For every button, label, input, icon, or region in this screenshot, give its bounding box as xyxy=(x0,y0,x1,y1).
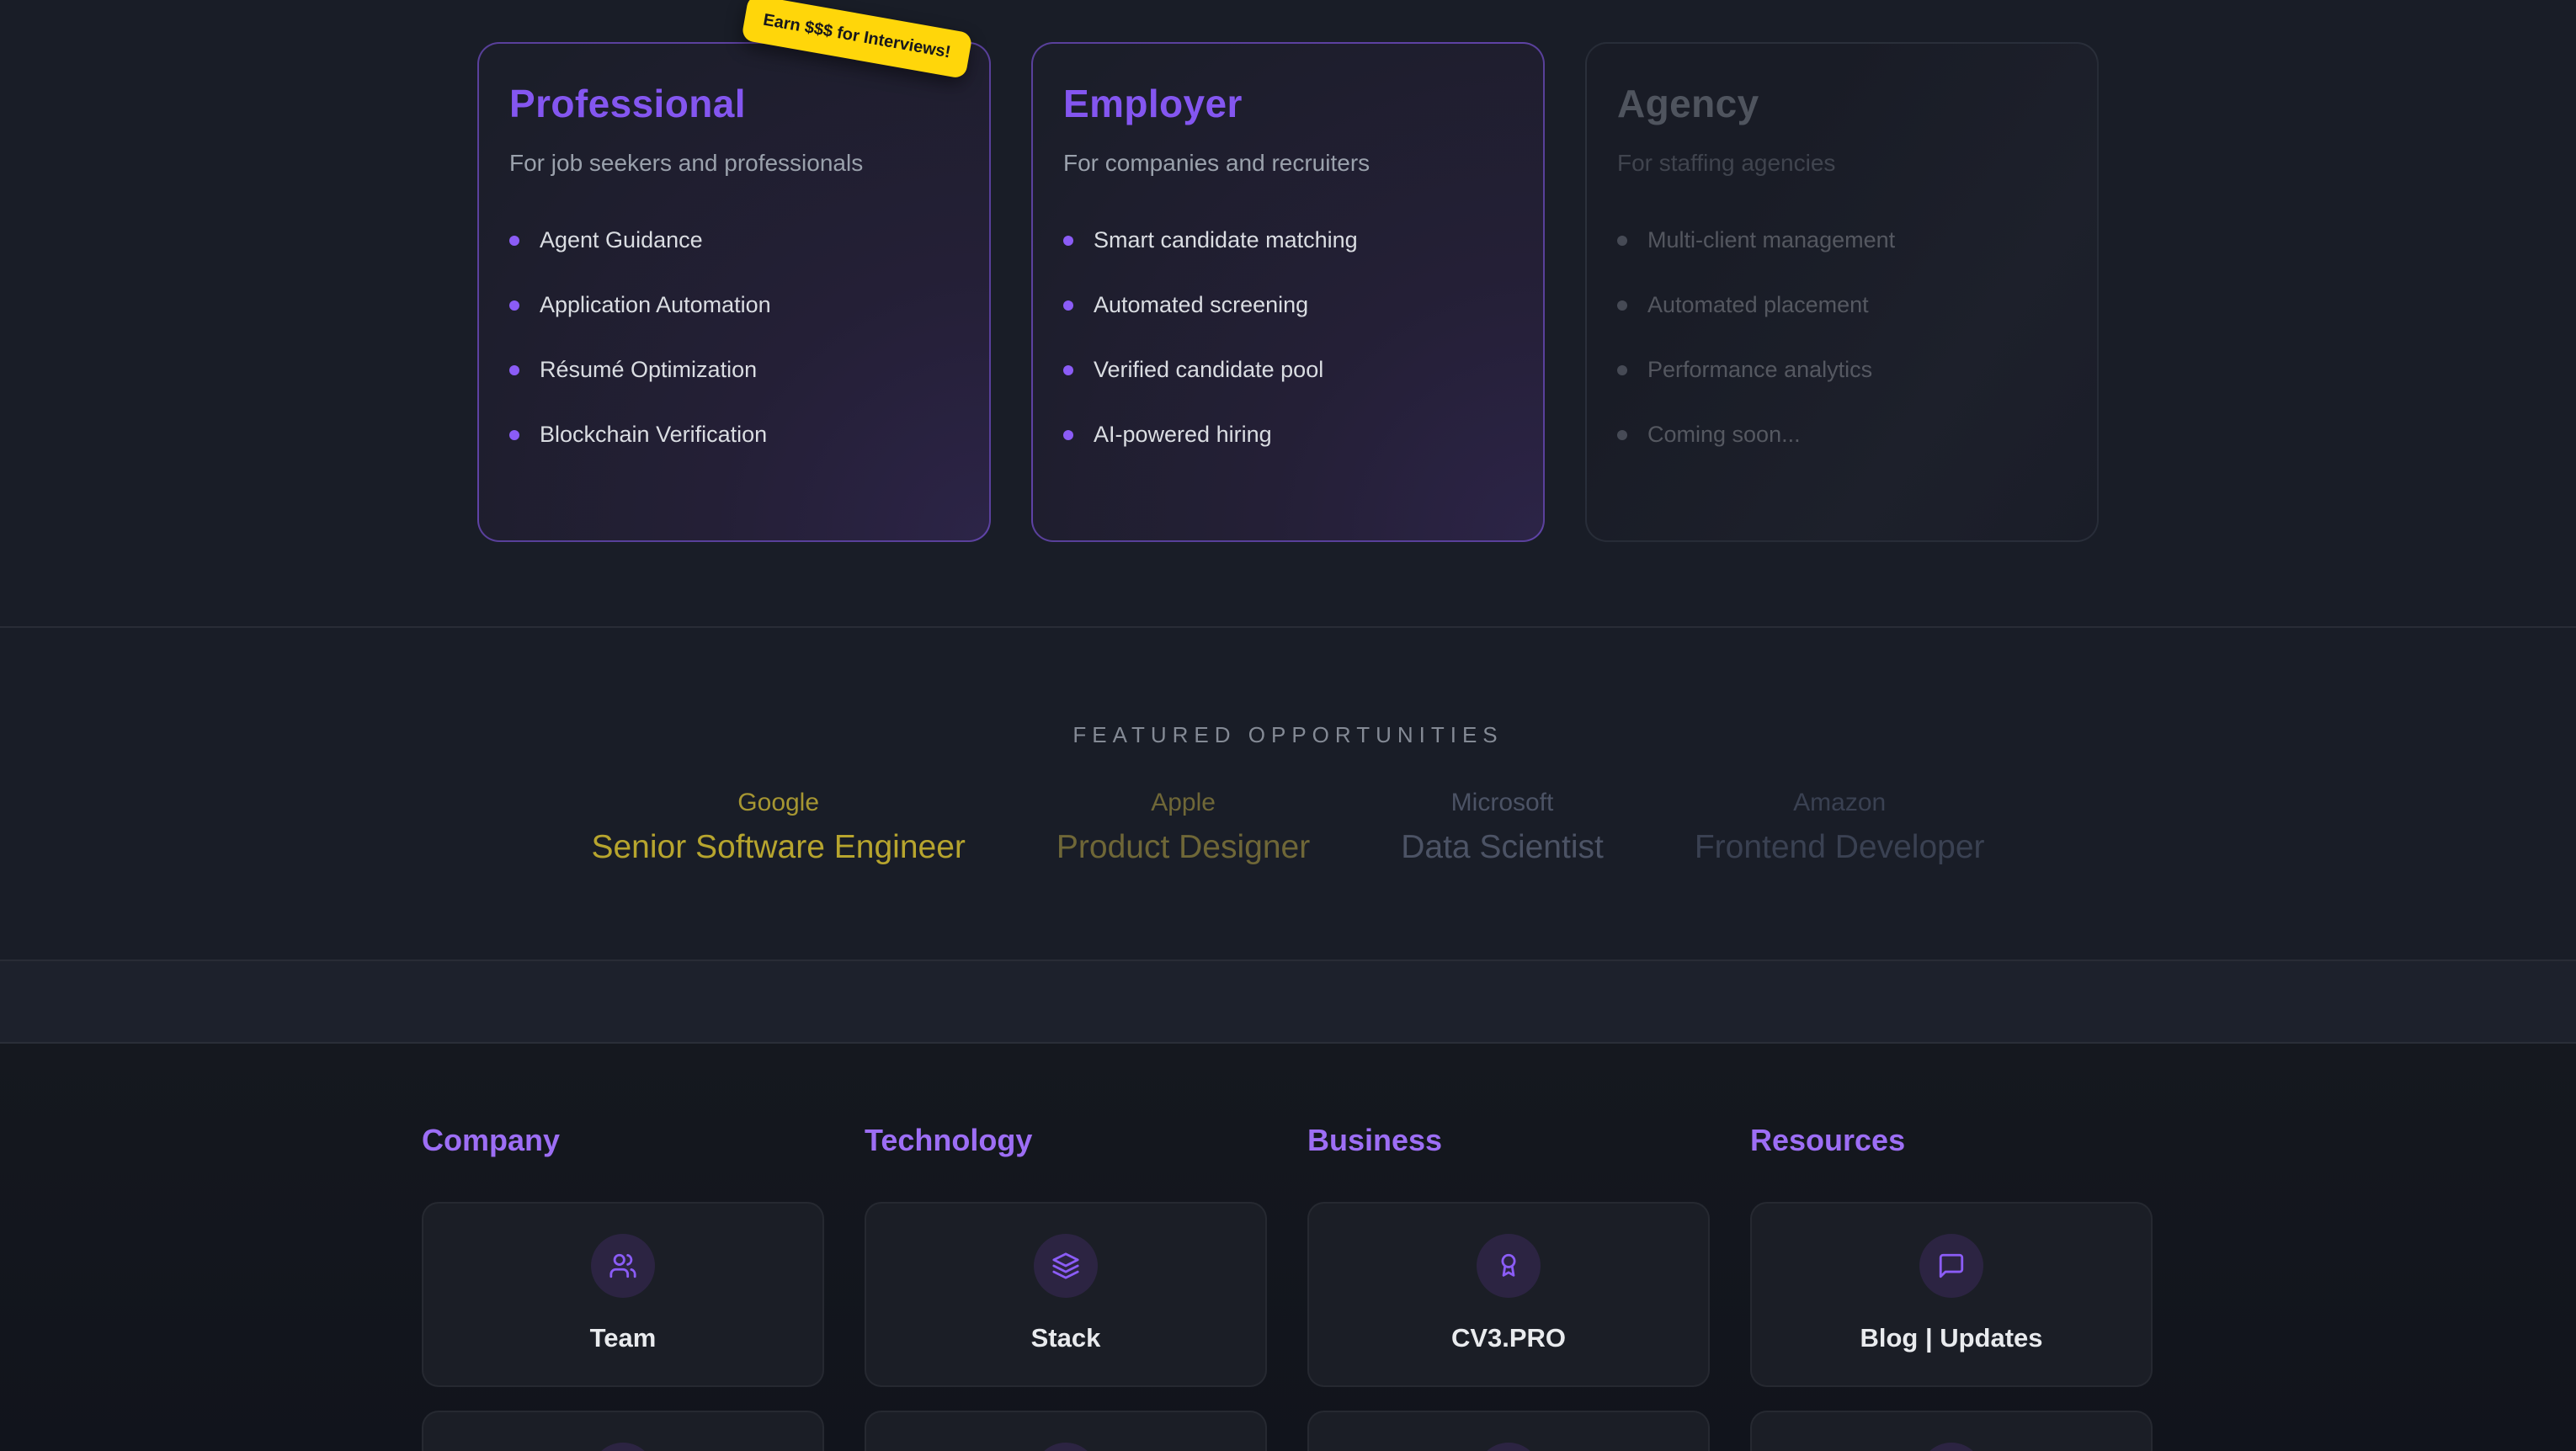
bullet-dot xyxy=(1617,236,1627,246)
footer-link-partial[interactable] xyxy=(865,1411,1267,1451)
footer-column-heading: Company xyxy=(422,1123,824,1158)
plans-section: Earn $$$ for Interviews! Professional Fo… xyxy=(0,0,2576,628)
footer-grid: Company Team Technology Stack xyxy=(422,1123,2154,1451)
footer-column-business: Business CV3.PRO xyxy=(1307,1123,1710,1451)
featured-job-microsoft[interactable]: Microsoft Data Scientist xyxy=(1401,789,1604,866)
job-role: Frontend Developer xyxy=(1695,829,1985,866)
footer: Company Team Technology Stack xyxy=(0,1044,2576,1451)
job-company: Microsoft xyxy=(1401,789,1604,817)
footer-link-label: Team xyxy=(590,1323,657,1353)
footer-column-company: Company Team xyxy=(422,1123,824,1451)
bullet-dot xyxy=(509,236,519,246)
footer-column-resources: Resources Blog | Updates xyxy=(1750,1123,2153,1451)
footer-link-stack[interactable]: Stack xyxy=(865,1202,1267,1387)
section-spacer xyxy=(0,961,2576,1044)
featured-heading: FEATURED OPPORTUNITIES xyxy=(0,628,2576,748)
job-role: Senior Software Engineer xyxy=(591,829,965,866)
footer-link-partial[interactable] xyxy=(1750,1411,2153,1451)
plan-feature-item: Application Automation xyxy=(509,292,959,318)
users-icon xyxy=(591,1234,655,1298)
earn-for-interviews-badge: Earn $$$ for Interviews! xyxy=(742,0,973,79)
footer-link-partial[interactable] xyxy=(422,1411,824,1451)
plan-feature-item: Coming soon... xyxy=(1617,422,2067,448)
footer-link-label: CV3.PRO xyxy=(1451,1323,1566,1353)
bullet-dot xyxy=(509,300,519,311)
plan-card-employer[interactable]: Employer For companies and recruiters Sm… xyxy=(1031,42,1545,542)
plan-feature-item: Agent Guidance xyxy=(509,227,959,253)
bullet-dot xyxy=(1617,300,1627,311)
footer-link-cv3pro[interactable]: CV3.PRO xyxy=(1307,1202,1710,1387)
plan-feature-item: Verified candidate pool xyxy=(1063,357,1513,383)
bullet-dot xyxy=(1617,430,1627,440)
footer-link-label: Blog | Updates xyxy=(1860,1323,2042,1353)
plan-feature-item: Blockchain Verification xyxy=(509,422,959,448)
plan-feature-item: Résumé Optimization xyxy=(509,357,959,383)
award-icon xyxy=(1477,1234,1541,1298)
bullet-dot xyxy=(509,430,519,440)
message-square-icon xyxy=(1919,1234,1983,1298)
bullet-dot xyxy=(509,365,519,375)
bullet-dot xyxy=(1063,236,1073,246)
job-role: Data Scientist xyxy=(1401,829,1604,866)
featured-opportunities-section: FEATURED OPPORTUNITIES Google Senior Sof… xyxy=(0,628,2576,961)
plan-feature-item: AI-powered hiring xyxy=(1063,422,1513,448)
job-company: Amazon xyxy=(1695,789,1985,817)
plan-feature-list: Smart candidate matching Automated scree… xyxy=(1063,227,1513,448)
footer-link-label: Stack xyxy=(1031,1323,1101,1353)
footer-link-partial[interactable] xyxy=(1307,1411,1710,1451)
footer-column-heading: Resources xyxy=(1750,1123,2153,1158)
featured-job-apple[interactable]: Apple Product Designer xyxy=(1056,789,1310,866)
plan-subtitle: For staffing agencies xyxy=(1617,150,2067,177)
featured-job-amazon[interactable]: Amazon Frontend Developer xyxy=(1695,789,1985,866)
plan-feature-item: Performance analytics xyxy=(1617,357,2067,383)
plan-feature-list: Multi-client management Automated placem… xyxy=(1617,227,2067,448)
plan-feature-item: Automated screening xyxy=(1063,292,1513,318)
job-role: Product Designer xyxy=(1056,829,1310,866)
bullet-dot xyxy=(1063,300,1073,311)
footer-column-heading: Business xyxy=(1307,1123,1710,1158)
plan-feature-item: Smart candidate matching xyxy=(1063,227,1513,253)
layers-icon xyxy=(1034,1234,1098,1298)
landing-page: Earn $$$ for Interviews! Professional Fo… xyxy=(0,0,2576,1451)
plan-card-agency: Agency For staffing agencies Multi-clien… xyxy=(1585,42,2099,542)
plan-title: Professional xyxy=(509,81,959,126)
bullet-dot xyxy=(1063,430,1073,440)
job-company: Google xyxy=(591,789,965,817)
plan-feature-item: Multi-client management xyxy=(1617,227,2067,253)
footer-column-heading: Technology xyxy=(865,1123,1267,1158)
footer-link-blog-updates[interactable]: Blog | Updates xyxy=(1750,1202,2153,1387)
plan-title: Employer xyxy=(1063,81,1513,126)
bullet-dot xyxy=(1617,365,1627,375)
featured-job-google[interactable]: Google Senior Software Engineer xyxy=(591,789,965,866)
plan-subtitle: For job seekers and professionals xyxy=(509,150,959,177)
job-company: Apple xyxy=(1056,789,1310,817)
featured-jobs-row: Google Senior Software Engineer Apple Pr… xyxy=(0,789,2576,866)
plan-subtitle: For companies and recruiters xyxy=(1063,150,1513,177)
plan-title: Agency xyxy=(1617,81,2067,126)
bullet-dot xyxy=(1063,365,1073,375)
plan-card-professional[interactable]: Earn $$$ for Interviews! Professional Fo… xyxy=(477,42,991,542)
plan-cards-row: Earn $$$ for Interviews! Professional Fo… xyxy=(0,0,2576,542)
footer-link-team[interactable]: Team xyxy=(422,1202,824,1387)
footer-column-technology: Technology Stack xyxy=(865,1123,1267,1451)
plan-feature-list: Agent Guidance Application Automation Ré… xyxy=(509,227,959,448)
plan-feature-item: Automated placement xyxy=(1617,292,2067,318)
